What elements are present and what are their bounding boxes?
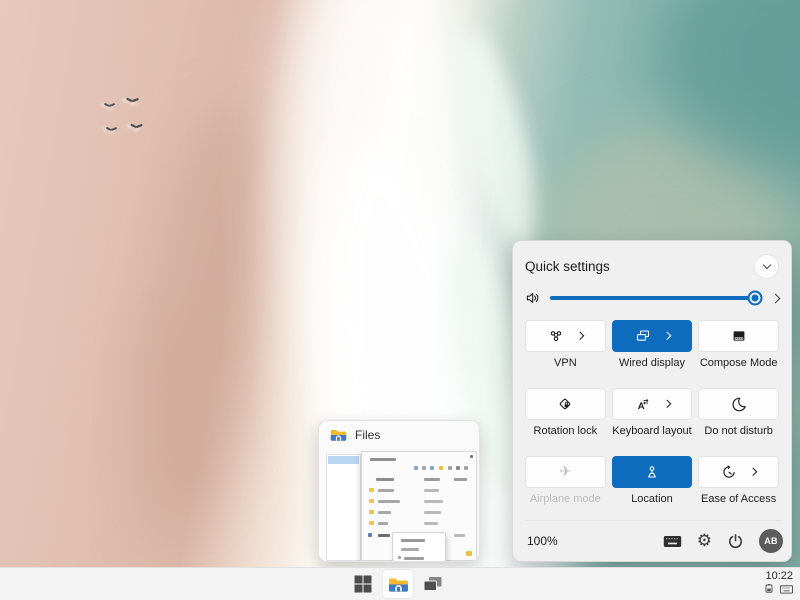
input-method-icon: [780, 585, 793, 594]
tile-label: Rotation lock: [534, 425, 598, 437]
bird: [104, 102, 115, 108]
wallpaper-texture: [120, 300, 210, 560]
desktop-wallpaper: Files: [0, 0, 800, 567]
tile-label: VPN: [554, 357, 577, 369]
quick-settings-footer: 100% ⚙ AB: [525, 520, 783, 553]
keyboard-layout-icon: A: [635, 396, 651, 412]
taskbar: 10:22: [0, 567, 800, 600]
tile-label: Keyboard layout: [612, 425, 692, 437]
wallpaper-texture: [125, 95, 285, 525]
qs-tile-keyboard-layout: A Keyboard layout: [612, 388, 693, 437]
files-window-thumbnail[interactable]: [326, 451, 477, 561]
avatar[interactable]: AB: [759, 529, 783, 553]
chevron-right-icon: [663, 400, 671, 408]
chevron-right-icon: [663, 332, 671, 340]
ease-of-access-button[interactable]: [698, 456, 779, 488]
qs-tile-vpn: VPN: [525, 320, 606, 369]
qs-tile-rotation-lock: Rotation lock: [525, 388, 606, 437]
files-preview-card[interactable]: Files: [318, 420, 480, 562]
compose-mode-button[interactable]: [698, 320, 779, 352]
panel-title: Quick settings: [525, 259, 610, 274]
location-icon: [644, 464, 660, 480]
compose-mode-icon: [731, 328, 747, 344]
rotation-lock-button[interactable]: [525, 388, 606, 420]
rotation-lock-icon: [557, 396, 573, 412]
wired-display-button[interactable]: [612, 320, 693, 352]
thumbnail-back-window: [326, 454, 361, 561]
bird: [130, 123, 142, 130]
power-icon[interactable]: [727, 533, 744, 550]
volume-row: [525, 287, 779, 309]
speaker-icon: [525, 290, 541, 306]
tray-icons: [764, 584, 793, 594]
do-not-disturb-button[interactable]: [698, 388, 779, 420]
chevron-down-icon: [762, 260, 770, 268]
vpn-icon: [548, 328, 564, 344]
preview-title: Files: [355, 428, 380, 442]
airplane-icon: ✈: [559, 465, 571, 479]
ease-of-access-icon: [721, 464, 737, 480]
clock[interactable]: 10:22: [764, 570, 793, 583]
qs-tile-location: Location: [612, 456, 693, 505]
keyboard-icon[interactable]: [663, 535, 682, 548]
qs-tile-compose-mode: Compose Mode: [698, 320, 779, 369]
volume-expand-chevron-icon[interactable]: [771, 293, 781, 303]
taskbar-tray[interactable]: 10:22: [764, 570, 793, 594]
thumbnail-selected-row: [328, 456, 359, 464]
wallpaper-foam: [444, 27, 551, 254]
tile-label: Do not disturb: [704, 425, 772, 437]
qs-tile-do-not-disturb: Do not disturb: [698, 388, 779, 437]
qs-tile-airplane-mode: ✈ Airplane mode: [525, 456, 606, 505]
files-folder-icon: [330, 428, 347, 442]
bird: [106, 126, 117, 132]
vpn-button[interactable]: [525, 320, 606, 352]
battery-icon: [764, 584, 774, 594]
volume-slider[interactable]: [550, 296, 761, 300]
moon-icon: [731, 396, 747, 412]
quick-settings-grid: VPN Wired display: [525, 320, 779, 505]
thumbnail-dialog-window: [361, 451, 477, 561]
qs-tile-wired-display: Wired display: [612, 320, 693, 369]
tile-label: Wired display: [619, 357, 685, 369]
gear-icon[interactable]: ⚙: [697, 533, 712, 550]
tile-label: Compose Mode: [700, 357, 778, 369]
battery-percent-label: 100%: [527, 534, 558, 548]
files-preview-header: Files: [319, 421, 479, 448]
task-switcher-button[interactable]: [418, 570, 448, 598]
windows-logo-icon: [354, 575, 372, 593]
volume-slider-thumb[interactable]: [747, 291, 762, 306]
collapse-button[interactable]: [754, 254, 779, 279]
keyboard-layout-button[interactable]: A: [612, 388, 693, 420]
bird: [126, 97, 139, 104]
taskbar-files-button[interactable]: [383, 570, 413, 598]
files-folder-icon: [388, 576, 409, 593]
thumbnail-badge: [466, 551, 472, 556]
chevron-right-icon: [749, 468, 757, 476]
tile-label: Airplane mode: [530, 493, 601, 505]
thumbnail-close-icon: [470, 455, 473, 458]
display-icon: [635, 328, 651, 344]
taskbar-center-icons: [348, 568, 448, 600]
location-button[interactable]: [612, 456, 693, 488]
chevron-right-icon: [576, 332, 584, 340]
start-button[interactable]: [348, 570, 378, 598]
airplane-mode-button[interactable]: ✈: [525, 456, 606, 488]
wallpaper-texture: [660, 0, 800, 170]
thumbnail-context-menu: [392, 532, 446, 562]
quick-settings-header: Quick settings: [525, 253, 779, 279]
qs-tile-ease-of-access: Ease of Access: [698, 456, 779, 505]
quick-settings-panel: Quick settings: [512, 240, 792, 562]
tile-label: Location: [631, 493, 673, 505]
windows-switcher-icon: [423, 576, 443, 592]
tile-label: Ease of Access: [701, 493, 776, 505]
